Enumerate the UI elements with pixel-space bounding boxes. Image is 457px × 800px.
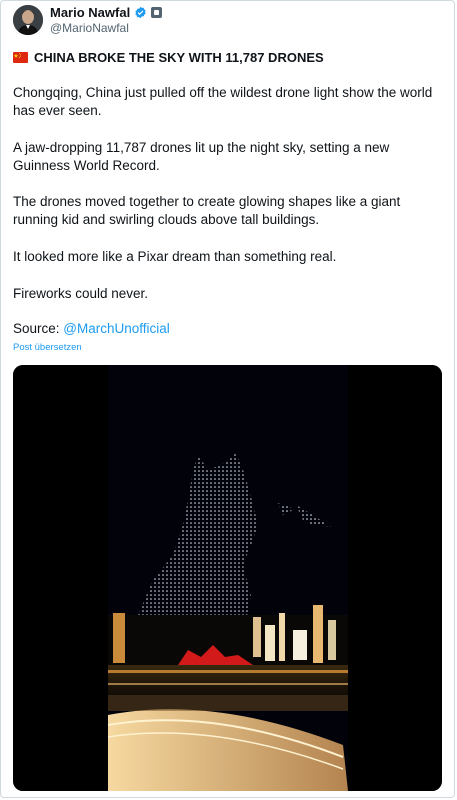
post-paragraph: Fireworks could never. xyxy=(13,286,149,301)
headline-text: CHINA BROKE THE SKY WITH 11,787 DRONES xyxy=(34,50,324,65)
source-link[interactable]: @MarchUnofficial xyxy=(63,321,170,336)
verified-badge-icon xyxy=(135,6,146,19)
avatar[interactable] xyxy=(13,5,43,35)
translate-post-link[interactable]: Post übersetzen xyxy=(13,342,82,353)
city-skyline xyxy=(108,605,348,695)
post-paragraph: It looked more like a Pixar dream than s… xyxy=(13,249,337,264)
author-handle[interactable]: @MarioNawfal xyxy=(50,21,129,35)
post-paragraph: A jaw-dropping 11,787 drones lit up the … xyxy=(13,140,390,173)
author-name-row: Mario Nawfal xyxy=(50,5,163,20)
post-headline: CHINA BROKE THE SKY WITH 11,787 DRONES xyxy=(13,50,324,65)
post-source: Source: @MarchUnofficial xyxy=(13,321,170,336)
post-paragraph: Chongqing, China just pulled off the wil… xyxy=(13,85,433,118)
author-display-name[interactable]: Mario Nawfal xyxy=(50,5,130,20)
affiliation-badge-icon xyxy=(151,7,163,18)
china-flag-icon xyxy=(13,52,28,63)
source-label: Source: xyxy=(13,321,64,336)
post-media-video[interactable] xyxy=(13,365,442,791)
drone-show-image xyxy=(13,365,442,791)
tweet-card: Mario Nawfal @MarioNawfal CHINA BROKE TH… xyxy=(0,0,455,798)
post-paragraph: The drones moved together to create glow… xyxy=(13,194,401,227)
